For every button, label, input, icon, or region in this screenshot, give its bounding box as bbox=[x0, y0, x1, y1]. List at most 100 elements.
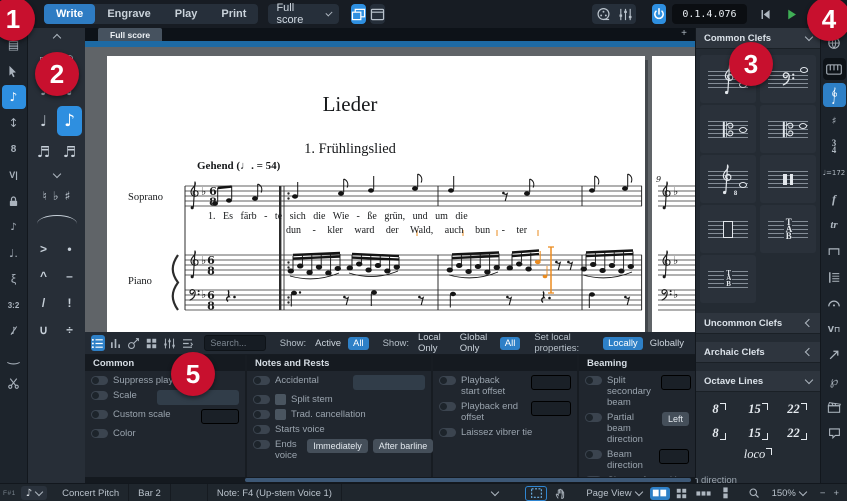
tie-icon[interactable]: ‿ bbox=[2, 344, 26, 370]
color-toggle[interactable] bbox=[91, 429, 108, 438]
hand-tool-button[interactable] bbox=[550, 487, 570, 500]
repeat-endings-icon[interactable] bbox=[823, 238, 846, 264]
dynamics-icon[interactable]: f bbox=[823, 186, 846, 212]
playback-power-button[interactable] bbox=[652, 4, 667, 24]
video-button[interactable] bbox=[592, 4, 614, 24]
clef-percussion-button[interactable] bbox=[760, 155, 816, 203]
quindicesima-alta-button[interactable]: 15 bbox=[740, 399, 776, 419]
slur-button[interactable] bbox=[35, 212, 79, 228]
tab-play[interactable]: Play bbox=[163, 4, 210, 24]
pages-grid-button[interactable] bbox=[672, 487, 692, 500]
ornaments-icon[interactable]: tr bbox=[823, 212, 846, 238]
split-secondary-beam-field[interactable] bbox=[660, 375, 691, 390]
tenuto-button[interactable]: – bbox=[57, 263, 82, 289]
view-mode-selector[interactable]: Page View bbox=[578, 487, 649, 499]
split-secondary-beam-toggle[interactable] bbox=[585, 376, 602, 385]
soft-accent-button[interactable]: / bbox=[31, 290, 56, 316]
scissors-icon[interactable] bbox=[2, 370, 26, 396]
clef-tenor-button[interactable] bbox=[760, 105, 816, 153]
clefs-panel-icon[interactable] bbox=[822, 83, 846, 107]
layout-selector[interactable]: Full score bbox=[268, 2, 340, 26]
global-only-option[interactable]: Global Only bbox=[455, 331, 498, 355]
duration-quarter-button[interactable]: ♩ bbox=[31, 106, 56, 136]
split-stem-checkbox[interactable] bbox=[275, 394, 286, 405]
marquee-tool-button[interactable] bbox=[525, 485, 548, 501]
beam-direction-toggle[interactable] bbox=[585, 450, 602, 459]
single-window-button[interactable] bbox=[370, 4, 386, 24]
starts-voice-toggle[interactable] bbox=[253, 425, 270, 434]
rest-icon[interactable]: ξ bbox=[2, 266, 26, 292]
clef-tab-small-button[interactable]: TAB bbox=[700, 255, 756, 303]
play-button[interactable] bbox=[781, 4, 803, 24]
scrollbar-thumb[interactable] bbox=[245, 478, 691, 482]
note-input-icon[interactable]: ♪ bbox=[1, 85, 26, 109]
after-barline-button[interactable]: After barline bbox=[372, 439, 434, 453]
trad-cancellation-toggle[interactable] bbox=[253, 410, 270, 419]
clef-alto-button[interactable] bbox=[700, 105, 756, 153]
document-tab-full-score[interactable]: Full score bbox=[98, 28, 163, 41]
multi-window-button[interactable] bbox=[351, 4, 367, 24]
unstress-button[interactable]: ∪ bbox=[31, 317, 56, 343]
transpose-icon[interactable]: ↕ bbox=[2, 110, 26, 136]
duration-sixteenth-button[interactable]: ♬ bbox=[31, 137, 56, 167]
collapse-panel-chevron[interactable] bbox=[490, 487, 500, 496]
immediately-button[interactable]: Immediately bbox=[307, 439, 368, 453]
zoom-out-button[interactable]: − bbox=[814, 488, 832, 499]
section-octave-lines[interactable]: Octave Lines bbox=[696, 371, 820, 392]
rewind-button[interactable] bbox=[755, 4, 777, 24]
quindicesima-bassa-button[interactable]: 15 bbox=[740, 423, 776, 443]
split-stem-toggle[interactable] bbox=[253, 395, 270, 404]
lock-duration-icon[interactable] bbox=[2, 188, 26, 214]
properties-list2-icon[interactable] bbox=[180, 335, 194, 351]
show-all-option[interactable]: All bbox=[348, 336, 369, 350]
tab-engrave[interactable]: Engrave bbox=[95, 4, 162, 24]
properties-grid-icon[interactable] bbox=[145, 335, 159, 351]
voices-icon[interactable]: V| bbox=[2, 162, 26, 188]
section-uncommon-clefs[interactable]: Uncommon Clefs bbox=[696, 313, 820, 334]
ventiduesima-bassa-button[interactable]: 22 bbox=[779, 423, 815, 443]
tempo-marking[interactable]: Gehend (♩. = 54) bbox=[197, 160, 280, 172]
ends-voice-toggle[interactable] bbox=[253, 440, 270, 449]
gradual-lines-icon[interactable] bbox=[823, 342, 846, 368]
pages-spread-button[interactable] bbox=[649, 486, 670, 500]
properties-bars-icon[interactable] bbox=[109, 335, 123, 351]
keyboard-panel-icon[interactable] bbox=[822, 58, 846, 80]
octave-icon[interactable]: 8 bbox=[2, 136, 26, 162]
custom-scale-field[interactable] bbox=[201, 409, 239, 424]
holds-pauses-icon[interactable] bbox=[823, 290, 846, 316]
lyrics-verse-2[interactable]: dun - kler ward der Wald, auch bun - ter bbox=[286, 225, 646, 236]
lyrics-verse-1[interactable]: 1. Es färb - te sich die Wie - ße grün, … bbox=[208, 211, 638, 222]
staccato-tenuto-button[interactable]: ÷ bbox=[57, 317, 82, 343]
comments-icon[interactable] bbox=[823, 420, 846, 446]
figured-bass-icon[interactable]: ℘ bbox=[823, 368, 846, 394]
tab-write[interactable]: Write bbox=[44, 4, 96, 24]
duration-thirtysecond-button[interactable]: ♬ bbox=[57, 137, 82, 167]
laissez-vibrer-toggle[interactable] bbox=[439, 428, 456, 437]
pages-row-button[interactable] bbox=[694, 487, 714, 500]
tempo-panel-icon[interactable]: ♩=172 bbox=[823, 160, 846, 186]
properties-list-icon[interactable] bbox=[91, 335, 105, 351]
flat-button[interactable]: ♭ bbox=[53, 189, 59, 203]
suppress-playback-toggle[interactable] bbox=[91, 376, 108, 385]
playback-end-offset-toggle[interactable] bbox=[439, 402, 456, 411]
properties-note-tools-icon[interactable] bbox=[127, 335, 141, 351]
accidental-toggle[interactable] bbox=[253, 376, 270, 385]
playback-start-offset-field[interactable] bbox=[531, 375, 571, 390]
ottava-bassa-button[interactable]: 8 bbox=[701, 423, 737, 443]
staccato-button[interactable]: • bbox=[57, 236, 82, 262]
chord-diagram-icon[interactable] bbox=[823, 264, 846, 290]
partial-beam-direction-toggle[interactable] bbox=[585, 413, 602, 422]
duration-eighth-button[interactable]: ♪ bbox=[57, 106, 82, 136]
zoom-lens-icon[interactable] bbox=[744, 487, 764, 500]
local-only-option[interactable]: Local Only bbox=[413, 331, 453, 355]
trad-cancellation-checkbox[interactable] bbox=[275, 409, 286, 420]
loco-button[interactable]: loco bbox=[701, 447, 815, 462]
locally-option[interactable]: Locally bbox=[603, 336, 643, 350]
clef-tab-button[interactable]: TAB bbox=[760, 205, 816, 253]
time-signatures-icon[interactable]: 34 bbox=[823, 134, 846, 160]
pages-column-button[interactable] bbox=[716, 487, 736, 500]
mixer-button[interactable] bbox=[614, 4, 636, 24]
show-active-option[interactable]: Active bbox=[310, 337, 346, 350]
sharp-button[interactable]: ♯ bbox=[65, 189, 71, 203]
properties-search-input[interactable]: Search... bbox=[204, 335, 266, 351]
